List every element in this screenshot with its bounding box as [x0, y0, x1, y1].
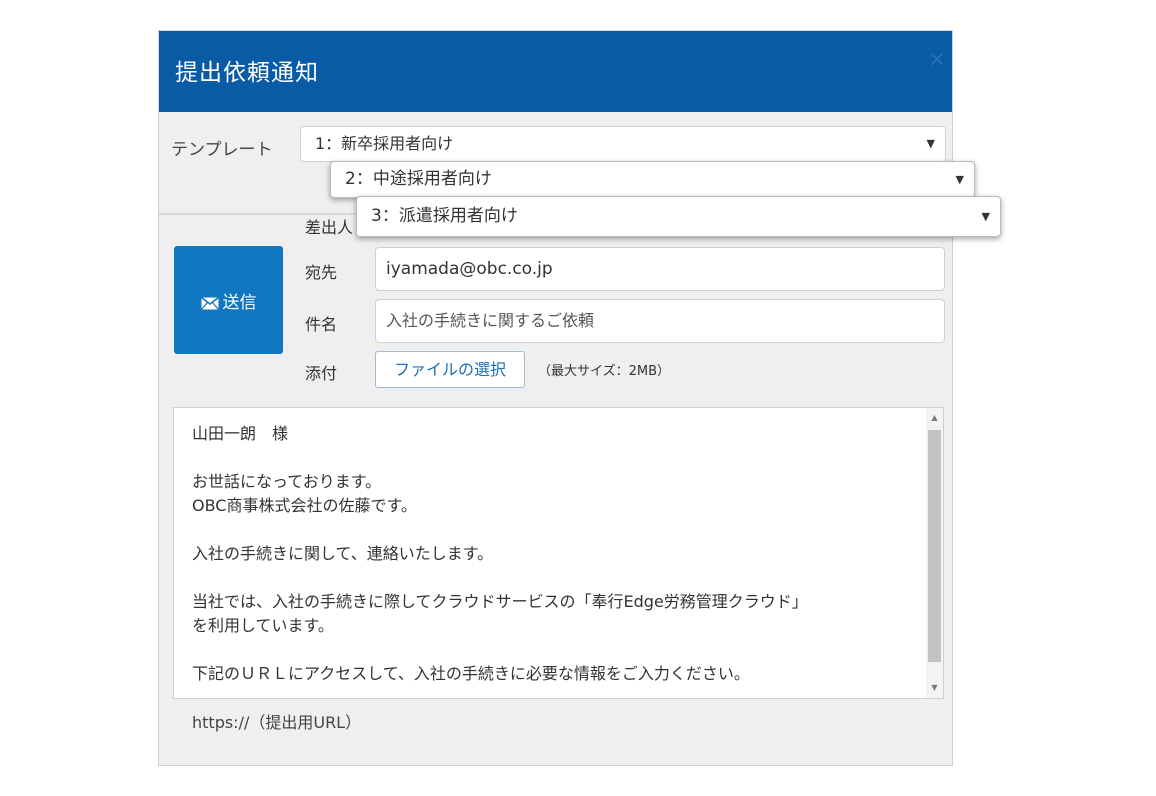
dialog-title: 提出依頼通知 [175, 60, 319, 86]
subject-label: 件名 [305, 315, 338, 334]
chevron-down-icon: ▼ [981, 210, 990, 223]
close-icon[interactable]: × [928, 47, 946, 72]
send-button-label: 送信 [222, 292, 257, 313]
dialog-header: 提出依頼通知 × [159, 31, 952, 112]
subject-field[interactable]: 入社の手続きに関するご依頼 [375, 299, 945, 343]
message-body-textarea[interactable]: 山田一朗 様 お世話になっております。 OBC商事株式会社の佐藤です。 入社の手… [173, 407, 944, 699]
scroll-up-icon[interactable]: ▲ [926, 410, 943, 426]
template-option-2: 2：中途採用者向け [345, 169, 492, 189]
template-select-1[interactable]: 1：新卒採用者向け ▼ [300, 126, 946, 162]
scroll-down-icon[interactable]: ▼ [926, 680, 943, 696]
submission-url-text: https://（提出用URL） [192, 713, 362, 732]
chevron-down-icon: ▼ [955, 173, 964, 186]
template-select-2[interactable]: 2：中途採用者向け ▼ [330, 161, 975, 198]
file-select-button[interactable]: ファイルの選択 [375, 351, 525, 388]
scroll-thumb[interactable] [928, 430, 941, 662]
chevron-down-icon: ▼ [926, 137, 935, 150]
template-label: テンプレート [171, 140, 273, 160]
scrollbar[interactable]: ▲ ▼ [926, 408, 943, 698]
mail-icon [200, 295, 219, 310]
message-body-text: 山田一朗 様 お世話になっております。 OBC商事株式会社の佐藤です。 入社の手… [192, 424, 808, 683]
template-select-3[interactable]: 3：派遣採用者向け ▼ [356, 196, 1001, 237]
to-field[interactable]: iyamada@obc.co.jp [375, 247, 945, 291]
template-option-3: 3：派遣採用者向け [371, 206, 518, 226]
to-label: 宛先 [305, 263, 338, 282]
attach-label: 添付 [305, 364, 338, 383]
sender-label: 差出人 [305, 218, 354, 237]
template-option-1: 1：新卒採用者向け [315, 134, 454, 153]
file-size-note: （最大サイズ：2MB） [538, 364, 671, 379]
send-button[interactable]: 送信 [174, 246, 283, 354]
